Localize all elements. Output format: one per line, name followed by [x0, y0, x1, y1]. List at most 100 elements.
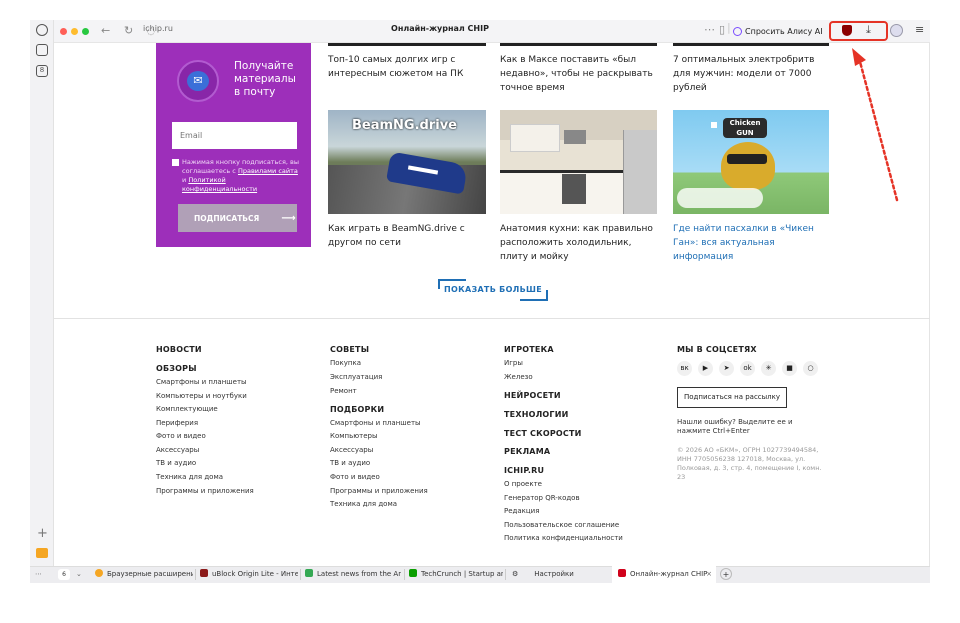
email-field[interactable]: [172, 122, 297, 149]
article-title[interactable]: 7 оптимальных электробритв для мужчин: м…: [673, 53, 833, 95]
footer-speed[interactable]: ТЕСТ СКОРОСТИ: [504, 429, 582, 438]
tab-label: TechCrunch | Startup and: [421, 570, 503, 578]
history-icon[interactable]: [36, 24, 48, 36]
menu-icon[interactable]: ≡: [915, 24, 924, 36]
terms-link[interactable]: Правилами сайта: [238, 167, 298, 175]
article-title[interactable]: Топ-10 самых долгих игр с интересным сюж…: [328, 53, 478, 81]
bookmarks-icon[interactable]: [36, 44, 48, 56]
footer-link[interactable]: Политика конфиденциальности: [504, 534, 623, 542]
footer-link[interactable]: Генератор QR-кодов: [504, 494, 580, 502]
article-title[interactable]: Анатомия кухни: как правильно расположит…: [500, 222, 660, 264]
minimize-window-button[interactable]: [71, 28, 78, 35]
footer-link[interactable]: Покупка: [330, 359, 361, 367]
footer-tips[interactable]: СОВЕТЫ: [330, 345, 369, 354]
tab-ublock[interactable]: uBlock Origin Lite - Интер: [200, 566, 298, 583]
reload-icon[interactable]: ↻: [124, 25, 133, 37]
rutube-icon[interactable]: ■: [782, 361, 797, 376]
article-image[interactable]: [673, 43, 829, 46]
footer-link[interactable]: ТВ и аудио: [156, 459, 196, 467]
new-tab-icon[interactable]: +: [720, 568, 732, 580]
subscribe-button[interactable]: ПОДПИСАТЬСЯ ⟶: [178, 204, 297, 232]
alice-icon: [733, 26, 742, 36]
article-title-hover[interactable]: Где найти пасхалки в «Чикен Ган»: вся ак…: [673, 222, 833, 264]
tab-label: Онлайн-журнал CHIP: [630, 570, 708, 578]
tab-count-badge[interactable]: 6: [58, 569, 70, 580]
footer-link[interactable]: Пользовательское соглашение: [504, 521, 619, 529]
footer-reviews[interactable]: ОБЗОРЫ: [156, 364, 197, 373]
privacy-link[interactable]: Политикой конфиденциальности: [182, 176, 257, 193]
footer-link[interactable]: Программы и приложения: [156, 487, 254, 495]
footer-ads[interactable]: РЕКЛАМА: [504, 447, 550, 456]
footer-link[interactable]: ТВ и аудио: [330, 459, 370, 467]
tab-separator: [300, 569, 301, 580]
show-more-button[interactable]: ПОКАЗАТЬ БОЛЬШЕ: [438, 279, 548, 301]
subscribe-label: ПОДПИСАТЬСЯ: [194, 213, 260, 223]
footer-news[interactable]: НОВОСТИ: [156, 345, 202, 354]
close-window-button[interactable]: [60, 28, 67, 35]
chicken-gun-thumbnail[interactable]: Chicken GUN: [673, 110, 829, 214]
footer-link[interactable]: Периферия: [156, 419, 198, 427]
footer-link[interactable]: Смартфоны и планшеты: [156, 378, 247, 386]
youtube-icon[interactable]: ▶: [698, 361, 713, 376]
max-icon[interactable]: ○: [803, 361, 818, 376]
footer-link[interactable]: Аксессуары: [330, 446, 373, 454]
dzen-icon[interactable]: ✳: [761, 361, 776, 376]
article-image[interactable]: [500, 43, 657, 46]
agree-checkbox[interactable]: [172, 159, 179, 166]
tab-extensions[interactable]: Браузерные расширения: [95, 566, 193, 583]
page-title: Онлайн-журнал CHIP: [391, 24, 489, 33]
footer-link[interactable]: Смартфоны и планшеты: [330, 419, 421, 427]
kitchen-thumbnail[interactable]: [500, 110, 657, 214]
more-icon[interactable]: ⋯: [704, 24, 715, 36]
alice-button[interactable]: Спросить Алису AI: [733, 23, 823, 39]
footer-games[interactable]: ИГРОТЕКА: [504, 345, 554, 354]
tab-techcrunch[interactable]: TechCrunch | Startup and: [409, 566, 503, 583]
tab-chip-active[interactable]: Онлайн-журнал CHIP ×: [612, 566, 716, 583]
tab-settings[interactable]: ⚙ Настройки: [512, 566, 608, 583]
footer-link[interactable]: Эксплуатация: [330, 373, 382, 381]
add-panel-icon[interactable]: +: [37, 526, 48, 541]
tab-favicon: [95, 569, 103, 577]
tab-separator: [505, 569, 506, 580]
footer-link[interactable]: Фото и видео: [330, 473, 380, 481]
chevron-down-icon[interactable]: ⌄: [76, 566, 82, 583]
arrow-right-icon: ⟶: [281, 212, 296, 224]
newsletter-button[interactable]: Подписаться на рассылку: [677, 387, 787, 408]
vk-icon[interactable]: вк: [677, 361, 692, 376]
footer-picks[interactable]: ПОДБОРКИ: [330, 405, 384, 414]
footer-link[interactable]: Техника для дома: [330, 500, 397, 508]
footer-link[interactable]: О проекте: [504, 480, 542, 488]
bookmark-icon[interactable]: ▯: [719, 24, 725, 36]
maximize-window-button[interactable]: [82, 28, 89, 35]
footer-link[interactable]: Аксессуары: [156, 446, 199, 454]
footer-link[interactable]: Компьютеры и ноутбуки: [156, 392, 247, 400]
article-title[interactable]: Как играть в BeamNG.drive с другом по се…: [328, 222, 488, 250]
footer-link[interactable]: Комплектующие: [156, 405, 218, 413]
footer-ai[interactable]: НЕЙРОСЕТИ: [504, 391, 561, 400]
footer-link[interactable]: Компьютеры: [330, 432, 377, 440]
footer-link[interactable]: Фото и видео: [156, 432, 206, 440]
beamng-thumbnail[interactable]: BeamNG.drive: [328, 110, 486, 214]
footer-link[interactable]: Редакция: [504, 507, 539, 515]
envelope-icon: ✉: [187, 71, 209, 91]
footer-link[interactable]: Ремонт: [330, 387, 357, 395]
mail-icon[interactable]: [36, 548, 48, 558]
tabs-menu-icon[interactable]: ⋯: [35, 566, 42, 583]
ok-icon[interactable]: ok: [740, 361, 755, 376]
telegram-icon[interactable]: ➤: [719, 361, 734, 376]
profile-avatar[interactable]: [890, 24, 903, 37]
address-bar[interactable]: ichip.ru: [143, 24, 173, 33]
footer-link[interactable]: Техника для дома: [156, 473, 223, 481]
footer-tech[interactable]: ТЕХНОЛОГИИ: [504, 410, 569, 419]
article-image[interactable]: [328, 43, 486, 46]
tab-android-news[interactable]: Latest news from the Andr: [305, 566, 401, 583]
footer-link[interactable]: Игры: [504, 359, 523, 367]
footer-ichip[interactable]: ICHIP.RU: [504, 466, 544, 475]
footer-link[interactable]: Железо: [504, 373, 533, 381]
notes-icon[interactable]: 8: [36, 65, 48, 77]
close-tab-icon[interactable]: ×: [706, 566, 712, 583]
back-icon[interactable]: ←: [101, 25, 110, 37]
footer-link[interactable]: Программы и приложения: [330, 487, 428, 495]
footer-social: МЫ В СОЦСЕТЯХ: [677, 345, 757, 354]
article-title[interactable]: Как в Максе поставить «был недавно», что…: [500, 53, 655, 95]
